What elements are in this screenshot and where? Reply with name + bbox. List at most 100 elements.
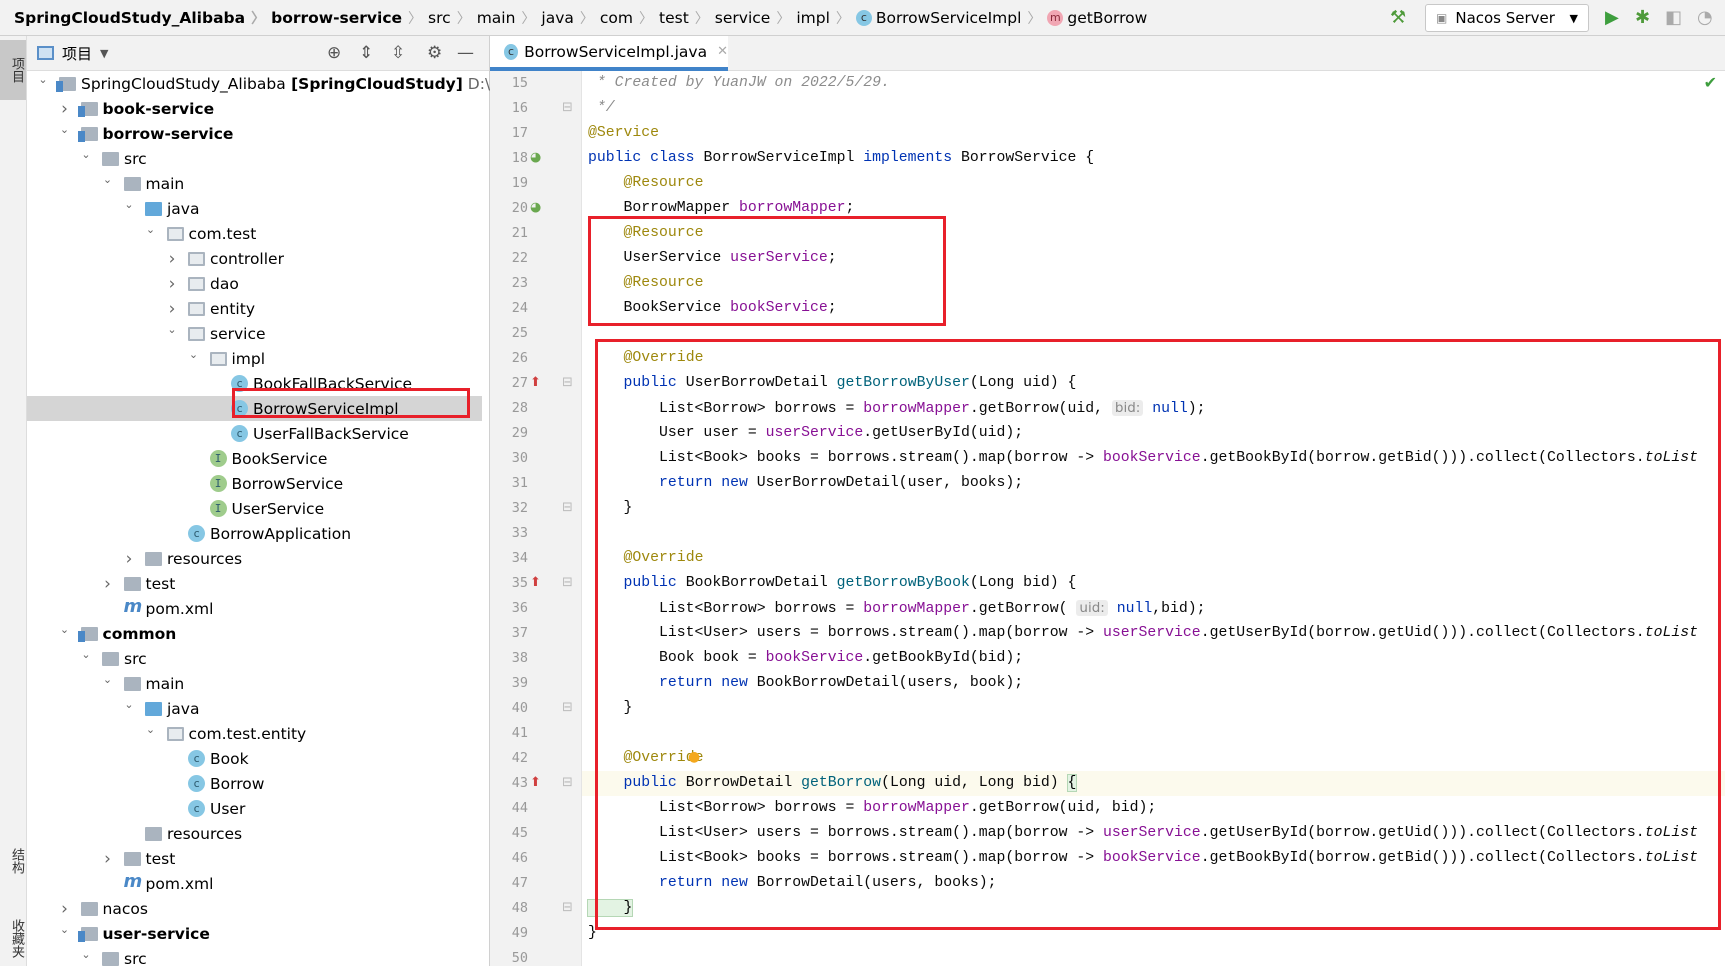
tree-item[interactable]: ⌄ main [27, 171, 482, 196]
tree-item[interactable]: ⌄ com.test.entity [27, 721, 482, 746]
chevron-down-icon[interactable]: ⌄ [80, 148, 92, 161]
chevron-down-icon[interactable]: ⌄ [123, 198, 135, 211]
tree-item[interactable]: m pom.xml [27, 596, 482, 621]
chevron-down-icon[interactable]: ▼ [100, 47, 108, 60]
tree-item[interactable]: › dao [27, 271, 482, 296]
tree-item[interactable]: resources [27, 821, 482, 846]
project-view-selector[interactable]: 项目 [62, 43, 92, 64]
breadcrumb-item[interactable]: 〉 test [633, 8, 689, 28]
debug-icon[interactable]: ✱ [1635, 7, 1650, 28]
run-icon[interactable]: ▶ [1605, 7, 1619, 28]
chevron-down-icon[interactable]: ⌄ [59, 123, 71, 136]
tree-item[interactable]: › controller [27, 246, 482, 271]
config-icon: ▣ [1436, 11, 1448, 25]
breadcrumb-item[interactable]: 〉 c BorrowServiceImpl [830, 8, 1022, 28]
fold-icon[interactable]: ⊟ [562, 100, 573, 115]
line-number: 21 [511, 225, 528, 241]
tree-item[interactable]: › test [27, 571, 482, 596]
tab-borrowserviceimpl-java[interactable]: c BorrowServiceImpl.java ✕ [490, 36, 728, 71]
chevron-down-icon[interactable]: ⌄ [145, 223, 157, 236]
gear-icon[interactable]: ⚙ [427, 43, 442, 63]
tree-item[interactable]: c Borrow [27, 771, 482, 796]
chevron-right-icon[interactable]: › [102, 574, 114, 594]
chevron-down-icon[interactable]: ⌄ [59, 623, 71, 636]
collapse-all-icon[interactable]: ⇳ [391, 43, 405, 63]
profile-icon[interactable]: ◔ [1697, 7, 1713, 28]
favorites-tool-tab[interactable]: 收藏夹 [0, 908, 26, 968]
chevron-down-icon[interactable]: ⌄ [166, 323, 178, 336]
close-icon[interactable]: ✕ [717, 44, 728, 59]
expand-all-icon[interactable]: ⇕ [359, 43, 373, 63]
breadcrumb-item[interactable]: 〉 com [574, 8, 633, 28]
chevron-down-icon[interactable]: ⌄ [145, 723, 157, 736]
chevron-down-icon[interactable]: ⌄ [80, 948, 92, 961]
tree-item[interactable]: c BorrowApplication [27, 521, 482, 546]
breadcrumb-item[interactable]: 〉 borrow-service [245, 8, 402, 28]
tree-item[interactable]: ⌄ impl [27, 346, 482, 371]
tree-item[interactable]: ⌄ main [27, 671, 482, 696]
chevron-down-icon[interactable]: ⌄ [59, 923, 71, 936]
chevron-down-icon[interactable]: ⌄ [80, 648, 92, 661]
chevron-right-icon[interactable]: › [59, 99, 71, 119]
fold-icon[interactable]: ⊟ [562, 775, 573, 790]
breadcrumb-item[interactable]: 〉 m getBorrow [1021, 8, 1147, 28]
tree-item[interactable]: ⌄ com.test [27, 221, 482, 246]
structure-tool-tab[interactable]: 结构 [0, 836, 26, 886]
fold-icon[interactable]: ⊟ [562, 500, 573, 515]
tree-item[interactable]: ⌄ common [27, 621, 482, 646]
tree-item[interactable]: ⌄ SpringCloudStudy_Alibaba [SpringCloudSt… [27, 71, 525, 96]
tree-item[interactable]: I BookService [27, 446, 482, 471]
tree-item[interactable]: m pom.xml [27, 871, 482, 896]
breadcrumb-item[interactable]: 〉 java [515, 8, 573, 28]
tree-item[interactable]: ⌄ src [27, 946, 482, 971]
tree-item[interactable]: ⌄ user-service [27, 921, 482, 946]
project-tool-tab[interactable]: 项目 [0, 40, 26, 100]
fold-icon[interactable]: ⊟ [562, 575, 573, 590]
tree-item[interactable]: c User [27, 796, 482, 821]
chevron-right-icon[interactable]: › [166, 274, 178, 294]
hide-panel-icon[interactable]: — [457, 43, 474, 63]
breadcrumb-item[interactable]: 〉 impl [770, 8, 830, 28]
run-configuration-select[interactable]: ▣ Nacos Server ▼ [1425, 4, 1589, 32]
tree-item[interactable]: ⌄ src [27, 646, 482, 671]
tree-item[interactable]: I UserService [27, 496, 482, 521]
tree-item[interactable]: › entity [27, 296, 482, 321]
tree-item[interactable]: c UserFallBackService [27, 421, 482, 446]
tree-item[interactable]: ⌄ java [27, 196, 482, 221]
coverage-icon[interactable]: ◧ [1665, 7, 1682, 28]
tree-item[interactable]: ⌄ java [27, 696, 482, 721]
chevron-right-icon[interactable]: › [123, 549, 135, 569]
tree-item[interactable]: I BorrowService [27, 471, 482, 496]
chevron-down-icon[interactable]: ⌄ [37, 73, 49, 86]
breadcrumb-item[interactable]: 〉 main [451, 8, 516, 28]
chevron-down-icon[interactable]: ⌄ [188, 348, 200, 361]
build-hammer-icon[interactable]: ⚒ [1390, 7, 1406, 28]
tree-item[interactable]: c Book [27, 746, 482, 771]
chevron-right-icon[interactable]: › [102, 849, 114, 869]
fold-icon[interactable]: ⊟ [562, 900, 573, 915]
fold-icon[interactable]: ⊟ [562, 375, 573, 390]
chevron-right-icon[interactable]: › [59, 899, 71, 919]
locate-file-icon[interactable]: ⊕ [327, 43, 341, 63]
chevron-down-icon[interactable]: ⌄ [102, 673, 114, 686]
implements-marker-icon[interactable]: ⬆ [530, 575, 541, 590]
chevron-down-icon[interactable]: ⌄ [102, 173, 114, 186]
chevron-right-icon[interactable]: › [166, 249, 178, 269]
implements-marker-icon[interactable]: ⬆ [530, 775, 541, 790]
breadcrumb-item[interactable]: 〉 service [689, 8, 771, 28]
implements-marker-icon[interactable]: ⬆ [530, 375, 541, 390]
tree-item[interactable]: › nacos [27, 896, 482, 921]
tree-item[interactable]: ⌄ src [27, 146, 482, 171]
tree-item[interactable]: › book-service [27, 96, 482, 121]
tree-item[interactable]: ⌄ service [27, 321, 482, 346]
tree-item[interactable]: ⌄ borrow-service [27, 121, 482, 146]
breadcrumb-item[interactable]: SpringCloudStudy_Alibaba [14, 8, 245, 28]
tree-item[interactable]: › test [27, 846, 482, 871]
fold-icon[interactable]: ⊟ [562, 700, 573, 715]
class-marker-icon[interactable]: ◕ [530, 150, 541, 165]
tree-item[interactable]: › resources [27, 546, 482, 571]
chevron-right-icon[interactable]: › [166, 299, 178, 319]
bean-marker-icon[interactable]: ◕ [530, 200, 541, 215]
chevron-down-icon[interactable]: ⌄ [123, 698, 135, 711]
breadcrumb-item[interactable]: 〉 src [402, 8, 451, 28]
